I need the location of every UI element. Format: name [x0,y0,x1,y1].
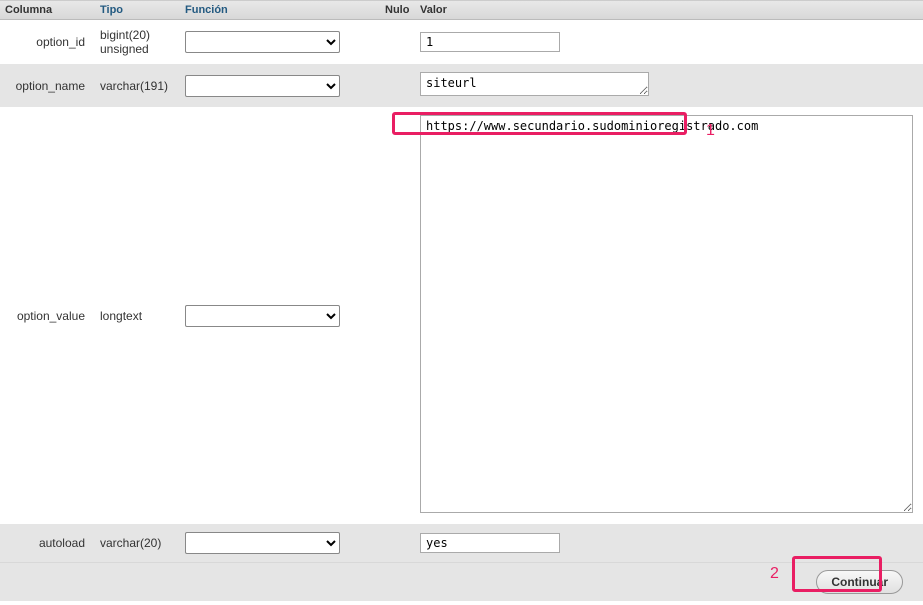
cell-valor: siteurl [415,72,923,99]
cell-valor: https://www.secundario.sudominioregistra… [415,115,923,516]
continuar-button[interactable]: Continuar [816,570,903,594]
annotation-label-2: 2 [770,565,779,583]
table-row: option_id bigint(20) unsigned [0,20,923,64]
cell-tipo: varchar(20) [95,536,180,550]
cell-columna: option_id [0,35,95,49]
valor-input-option-id[interactable] [420,32,560,52]
header-columna: Columna [0,2,95,18]
cell-funcion [180,75,380,97]
table-row: option_value longtext https://www.secund… [0,107,923,524]
table-row: option_name varchar(191) siteurl [0,64,923,107]
valor-textarea-option-name[interactable]: siteurl [420,72,649,96]
cell-funcion [180,31,380,53]
cell-tipo: bigint(20) unsigned [95,28,180,56]
cell-columna: autoload [0,536,95,550]
funcion-select-option-value[interactable] [185,305,340,327]
cell-columna: option_value [0,309,95,323]
valor-input-autoload[interactable] [420,533,560,553]
cell-funcion [180,532,380,554]
funcion-select-option-name[interactable] [185,75,340,97]
cell-tipo: varchar(191) [95,79,180,93]
header-nulo: Nulo [380,2,415,18]
table-header: Columna Tipo Función Nulo Valor [0,0,923,20]
cell-tipo: longtext [95,309,180,323]
header-funcion[interactable]: Función [180,2,380,18]
funcion-select-autoload[interactable] [185,532,340,554]
header-valor: Valor [415,2,923,18]
cell-columna: option_name [0,79,95,93]
funcion-select-option-id[interactable] [185,31,340,53]
header-tipo[interactable]: Tipo [95,2,180,18]
cell-funcion [180,305,380,327]
table-row: autoload varchar(20) [0,524,923,562]
cell-valor [415,32,923,52]
valor-textarea-option-value[interactable]: https://www.secundario.sudominioregistra… [420,115,913,513]
cell-valor [415,533,923,553]
footer: Continuar [0,562,923,601]
annotation-label-1: 1 [706,122,715,140]
